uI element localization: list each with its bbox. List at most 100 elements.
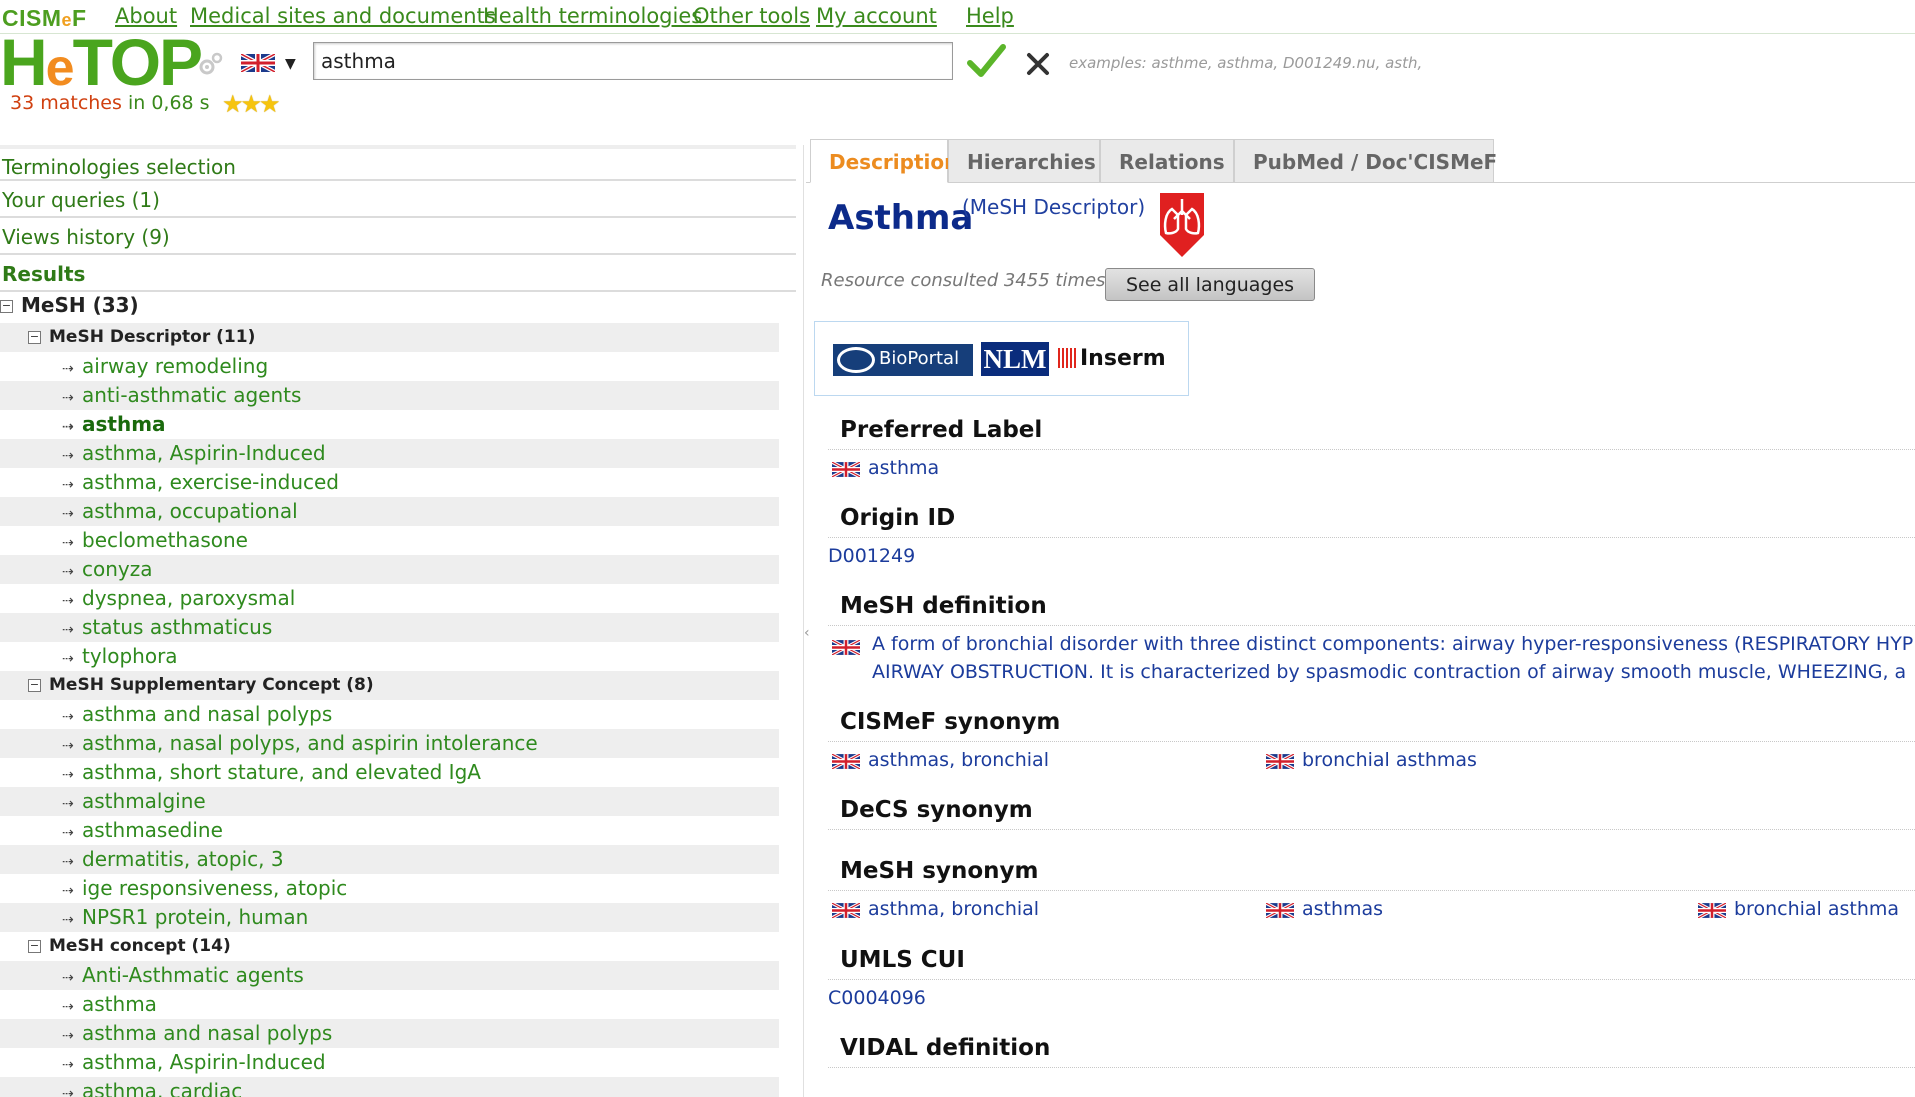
tree-item[interactable]: ⇢ asthma, exercise-induced [0,468,779,497]
cismef-synonym-item: bronchial asthmas [1265,749,1477,774]
bioportal-logo[interactable]: BioPortal [833,344,973,376]
concept-title: Asthma [828,198,974,238]
arrow-right-icon: ⇢ [62,477,74,493]
tree-item[interactable]: ⇢ asthmasedine [0,816,779,845]
match-count: 33 matches in 0,68 s [10,92,210,114]
arrow-right-icon: ⇢ [62,506,74,522]
arrow-right-icon: ⇢ [62,419,74,435]
nlm-logo[interactable]: NLM [981,342,1049,376]
match-count-number: 33 matches [10,92,122,114]
arrow-right-icon: ⇢ [62,825,74,841]
tree-item[interactable]: ⇢ asthma, short stature, and elevated IgA [0,758,779,787]
cismef-synonym-item: asthmas, bronchial [831,749,1049,774]
tree-item[interactable]: ⇢ asthma and nasal polyps [0,700,779,729]
arrow-right-icon: ⇢ [62,535,74,551]
tree-item[interactable]: ⇢ Anti-Asthmatic agents [0,961,779,990]
tree-item[interactable]: ⇢ asthma [0,410,779,439]
tree-item[interactable]: ⇢ airway remodeling [0,352,779,381]
tree-item[interactable]: ⇢ asthma, nasal polyps, and aspirin intol… [0,729,779,758]
search-input[interactable] [313,42,953,80]
section-your-queries[interactable]: Your queries (1) [0,182,796,218]
tab-relations[interactable]: Relations [1100,139,1234,183]
origin-id-link[interactable]: D001249 [828,545,915,567]
star-rating-icon: ★★★ [222,90,281,118]
tree-item[interactable]: ⇢ asthma and nasal polyps [0,1019,779,1048]
tree-group[interactable]: − MeSH Descriptor (11) [0,323,779,352]
language-select[interactable]: ▼ [241,50,303,76]
tree-item[interactable]: ⇢ asthma, occupational [0,497,779,526]
clear-button[interactable] [1024,50,1052,78]
collapse-icon[interactable]: − [28,678,41,692]
field-origin-id-heading: Origin ID [828,500,1915,538]
checkmark-icon [967,44,1006,77]
collapse-icon[interactable]: − [0,300,13,313]
tree-item[interactable]: ⇢ asthma, Aspirin-Induced [0,1048,779,1077]
gears-icon[interactable] [196,50,224,78]
arrow-right-icon: ⇢ [62,883,74,899]
arrow-right-icon: ⇢ [62,593,74,609]
tree-item[interactable]: ⇢ asthma [0,990,779,1019]
inserm-logo[interactable]: Inserm [1058,344,1166,376]
field-cismef-synonym-heading: CISMeF synonym [828,704,1915,742]
collapse-icon[interactable]: − [28,330,41,344]
tab-hierarchies[interactable]: Hierarchies [948,139,1100,183]
menu-health-terminologies[interactable]: Health terminologies [483,4,702,28]
collapse-icon[interactable]: − [28,939,41,953]
tree-item[interactable]: ⇢ conyza [0,555,779,584]
tree-item[interactable]: ⇢ status asthmaticus [0,613,779,642]
arrow-right-icon: ⇢ [62,854,74,870]
field-vidal-definition-heading: VIDAL definition [828,1030,1915,1068]
right-panel: Description Hierarchies Relations PubMed… [806,137,1915,1097]
section-results[interactable]: Results [0,256,796,292]
arrow-right-icon: ⇢ [62,912,74,928]
arrow-right-icon: ⇢ [62,361,74,377]
field-umls-cui-heading: UMLS CUI [828,942,1915,980]
arrow-right-icon: ⇢ [62,738,74,754]
hetop-logo[interactable]: HeTOP [0,29,203,97]
field-decs-synonym-heading: DeCS synonym [828,792,1915,830]
menu-medical-sites[interactable]: Medical sites and documents [190,4,496,28]
field-preferred-label-heading: Preferred Label [828,412,1915,450]
uk-flag-icon [1265,752,1295,774]
chevron-down-icon: ▼ [285,56,296,72]
arrow-right-icon: ⇢ [62,999,74,1015]
search-time: in 0,68 s [127,92,210,114]
field-mesh-definition-heading: MeSH definition [828,588,1915,626]
arrow-right-icon: ⇢ [62,1086,74,1097]
umls-cui-link[interactable]: C0004096 [828,987,926,1009]
tree-item[interactable]: ⇢ beclomethasone [0,526,779,555]
tree-item[interactable]: ⇢ dyspnea, paroxysmal [0,584,779,613]
arrow-right-icon: ⇢ [62,448,74,464]
menu-my-account[interactable]: My account [816,4,937,28]
uk-flag-icon [831,638,861,660]
field-mesh-synonym-heading: MeSH synonym [828,853,1915,891]
uk-flag-icon [241,54,275,72]
tree-root-mesh[interactable]: − MeSH (33) [0,293,139,321]
search-button[interactable] [966,41,1006,81]
menu-other-tools[interactable]: Other tools [693,4,810,28]
tree-item[interactable]: ⇢ asthma, cardiac [0,1077,779,1097]
mesh-definition-line-1: A form of bronchial disorder with three … [872,633,1915,655]
mesh-synonym-item: asthma, bronchial [831,898,1039,923]
tree-item[interactable]: ⇢ ige responsiveness, atopic [0,874,779,903]
arrow-right-icon: ⇢ [62,390,74,406]
tab-bar: Description Hierarchies Relations PubMed… [806,139,1915,183]
tree-item[interactable]: ⇢ asthmalgine [0,787,779,816]
preferred-label-value: asthma [831,457,939,482]
tree-item[interactable]: ⇢ dermatitis, atopic, 3 [0,845,779,874]
section-terminologies-selection[interactable]: Terminologies selection [0,145,796,181]
tab-description[interactable]: Description [810,139,958,183]
tree-item[interactable]: ⇢ anti-asthmatic agents [0,381,779,410]
menu-help[interactable]: Help [966,4,1014,28]
tree-group[interactable]: − MeSH concept (14) [0,932,779,961]
uk-flag-icon [831,460,861,482]
tree-item[interactable]: ⇢ asthma, Aspirin-Induced [0,439,779,468]
see-all-languages-button[interactable]: See all languages [1105,268,1315,301]
close-icon [1027,53,1049,75]
tab-pubmed[interactable]: PubMed / Doc'CISMeF [1234,139,1497,183]
uk-flag-icon [831,752,861,774]
tree-item[interactable]: ⇢ NPSR1 protein, human [0,903,779,932]
section-views-history[interactable]: Views history (9) [0,219,796,255]
tree-group[interactable]: − MeSH Supplementary Concept (8) [0,671,779,700]
tree-item[interactable]: ⇢ tylophora [0,642,779,671]
